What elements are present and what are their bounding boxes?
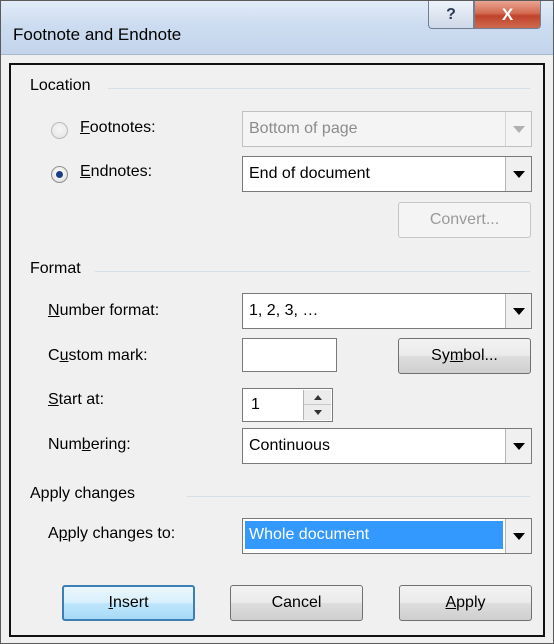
chevron-down-icon[interactable] xyxy=(505,294,531,328)
numbering-value: Continuous xyxy=(249,437,330,454)
location-section-label: Location xyxy=(30,77,91,94)
numbering-dropdown[interactable]: Continuous xyxy=(242,428,532,464)
chevron-down-icon[interactable] xyxy=(505,112,531,146)
apply-changes-section-label: Apply changes xyxy=(30,485,135,502)
custom-mark-input[interactable] xyxy=(242,338,337,372)
spin-down-icon[interactable] xyxy=(304,405,331,420)
footnotes-radio[interactable] xyxy=(51,122,68,139)
chevron-down-icon[interactable] xyxy=(505,429,531,463)
apply-changes-to-label: Apply changes to: xyxy=(48,525,176,542)
help-button[interactable]: ? xyxy=(428,1,474,29)
footnote-endnote-dialog: Footnote and Endnote ? X Location Footno… xyxy=(0,0,554,644)
start-at-label: Start at: xyxy=(48,391,105,408)
endnotes-position-value: End of document xyxy=(249,165,370,182)
endnotes-position-dropdown[interactable]: End of document xyxy=(242,156,532,192)
footnotes-label[interactable]: Footnotes: xyxy=(80,119,156,137)
format-section-label: Format xyxy=(30,260,81,277)
endnotes-label[interactable]: Endnotes: xyxy=(80,163,152,181)
format-divider xyxy=(95,271,530,272)
location-divider xyxy=(108,88,530,89)
apply-changes-to-dropdown[interactable]: Whole document xyxy=(242,518,532,554)
endnotes-radio[interactable] xyxy=(51,166,68,183)
spin-up-icon[interactable] xyxy=(304,390,331,405)
start-at-value: 1 xyxy=(251,396,260,413)
dialog-title: Footnote and Endnote xyxy=(13,25,182,44)
help-icon: ? xyxy=(446,5,456,23)
convert-button[interactable]: Convert... xyxy=(398,202,531,238)
close-button[interactable]: X xyxy=(474,1,541,29)
close-icon: X xyxy=(501,4,514,24)
number-format-dropdown[interactable]: 1, 2, 3, … xyxy=(242,293,532,329)
number-format-label: Number format: xyxy=(48,302,160,319)
footnotes-position-value: Bottom of page xyxy=(249,120,358,137)
chevron-down-icon[interactable] xyxy=(505,519,531,553)
cancel-button[interactable]: Cancel xyxy=(230,585,363,621)
insert-button[interactable]: Insert xyxy=(62,585,195,621)
numbering-label: Numbering: xyxy=(48,436,131,453)
start-at-spinner[interactable]: 1 xyxy=(242,388,333,422)
footnotes-position-dropdown[interactable]: Bottom of page xyxy=(242,111,532,147)
number-format-value: 1, 2, 3, … xyxy=(249,302,319,319)
title-bar[interactable]: Footnote and Endnote ? X xyxy=(1,1,553,55)
symbol-button[interactable]: Symbol... xyxy=(398,338,531,374)
custom-mark-label: Custom mark: xyxy=(48,347,148,364)
apply-changes-to-value: Whole document xyxy=(245,521,503,549)
apply-button[interactable]: Apply xyxy=(399,585,532,621)
start-at-spin-buttons xyxy=(303,390,331,420)
apply-changes-divider xyxy=(187,496,530,497)
chevron-down-icon[interactable] xyxy=(505,157,531,191)
